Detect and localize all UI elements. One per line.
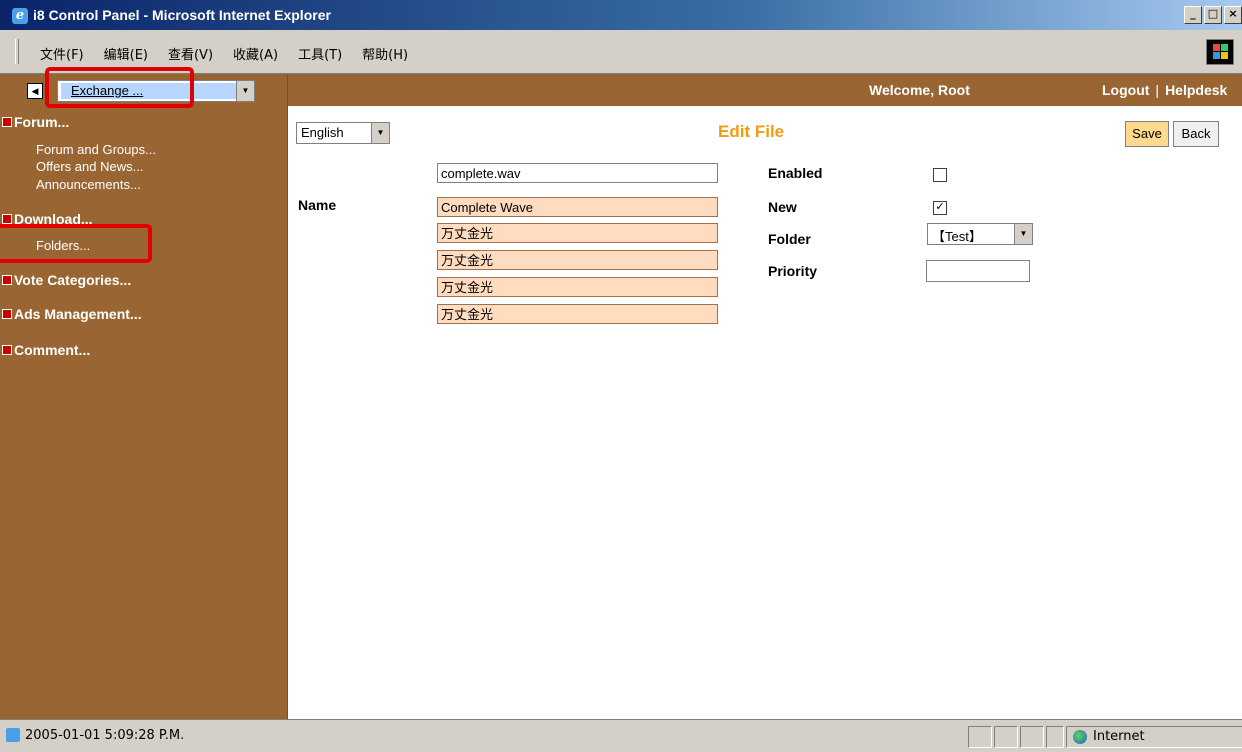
language-select-value: English xyxy=(301,125,344,140)
sidebar-item-forum-and-groups[interactable]: Forum and Groups... xyxy=(36,142,156,157)
status-panel xyxy=(968,726,992,748)
ie-logo-icon: e xyxy=(12,8,28,24)
name-field-english[interactable]: Complete Wave xyxy=(437,197,718,217)
globe-icon xyxy=(1073,730,1087,744)
category-label: Vote Categories... xyxy=(14,272,132,288)
windows-logo-icon xyxy=(1206,39,1234,65)
main-content: English ▼ Edit File Save Back complete.w… xyxy=(288,106,1242,719)
chevron-down-icon[interactable]: ▼ xyxy=(1014,224,1032,244)
name-field-lang5[interactable]: 万丈金光 xyxy=(437,304,718,324)
bullet-square-icon xyxy=(2,309,12,319)
folder-select[interactable]: 【Test】 ▼ xyxy=(927,223,1033,245)
sidebar-category-download[interactable]: Download... xyxy=(0,211,93,227)
folder-select-value: 【Test】 xyxy=(932,229,982,244)
enabled-checkbox[interactable] xyxy=(933,168,947,182)
maximize-button[interactable]: □ xyxy=(1204,6,1222,24)
sidebar-category-vote-categories[interactable]: Vote Categories... xyxy=(0,272,131,288)
bullet-square-icon xyxy=(2,345,12,355)
bullet-square-icon xyxy=(2,275,12,285)
close-button[interactable]: × xyxy=(1224,6,1242,24)
priority-label: Priority xyxy=(768,263,818,279)
app-header: ◀ Exchange ... ▼ Welcome, Root Logout | He… xyxy=(0,74,1242,106)
zone-label: Internet xyxy=(1093,729,1145,744)
category-label: Comment... xyxy=(14,342,91,358)
chevron-down-icon[interactable]: ▼ xyxy=(371,123,389,143)
name-field-lang3[interactable]: 万丈金光 xyxy=(437,250,718,270)
menu-tools[interactable]: 工具(T) xyxy=(298,44,342,63)
status-text: 2005-01-01 5:09:28 P.M. xyxy=(25,728,185,743)
window-titlebar: e i8 Control Panel - Microsoft Internet … xyxy=(0,0,1242,30)
link-separator: | xyxy=(1155,82,1160,98)
menu-help[interactable]: 帮助(H) xyxy=(362,44,408,63)
language-select[interactable]: English ▼ xyxy=(296,122,390,144)
logout-link[interactable]: Logout xyxy=(1102,82,1149,98)
status-bar: 2005-01-01 5:09:28 P.M. Internet xyxy=(0,719,1242,752)
enabled-label: Enabled xyxy=(768,165,823,181)
filename-field[interactable]: complete.wav xyxy=(437,163,718,183)
menu-bar: 文件(F) 编辑(E) 查看(V) 收藏(A) 工具(T) 帮助(H) xyxy=(0,30,1242,74)
status-panel xyxy=(1020,726,1044,748)
bullet-square-icon xyxy=(2,117,12,127)
sidebar-item-folders[interactable]: Folders... xyxy=(36,238,90,253)
window-controls: _ □ × xyxy=(1184,6,1242,24)
sidebar-item-announcements[interactable]: Announcements... xyxy=(36,177,141,192)
menu-edit[interactable]: 编辑(E) xyxy=(104,44,148,63)
new-checkbox[interactable]: ✓ xyxy=(933,201,947,215)
welcome-text: Welcome, Root xyxy=(869,82,970,98)
toolbar-grip xyxy=(15,39,19,64)
collapse-sidebar-icon[interactable]: ◀ xyxy=(27,83,43,99)
helpdesk-link[interactable]: Helpdesk xyxy=(1165,82,1227,98)
category-label: Forum... xyxy=(14,114,70,130)
bullet-square-icon xyxy=(2,214,12,224)
save-button[interactable]: Save xyxy=(1125,121,1169,147)
sidebar-item-offers-and-news[interactable]: Offers and News... xyxy=(36,159,143,174)
menu-view[interactable]: 查看(V) xyxy=(168,44,213,63)
security-zone: Internet xyxy=(1066,726,1242,748)
header-links: Logout | Helpdesk xyxy=(1102,82,1227,98)
name-field-lang2[interactable]: 万丈金光 xyxy=(437,223,718,243)
sidebar: Forum... Forum and Groups... Offers and … xyxy=(0,106,288,719)
category-label: Download... xyxy=(14,211,93,227)
menu-file[interactable]: 文件(F) xyxy=(40,44,84,63)
back-button[interactable]: Back xyxy=(1173,121,1219,147)
window-title: i8 Control Panel - Microsoft Internet Ex… xyxy=(33,7,331,23)
name-label: Name xyxy=(298,197,337,213)
new-label: New xyxy=(768,199,797,215)
page-title: Edit File xyxy=(718,122,785,141)
module-select[interactable]: Exchange ... ▼ xyxy=(57,80,255,102)
minimize-button[interactable]: _ xyxy=(1184,6,1202,24)
menu-favorites[interactable]: 收藏(A) xyxy=(233,44,278,63)
status-panel xyxy=(994,726,1018,748)
page-icon xyxy=(6,728,20,742)
name-field-lang4[interactable]: 万丈金光 xyxy=(437,277,718,297)
category-label: Ads Management... xyxy=(14,306,142,322)
module-select-value: Exchange ... xyxy=(61,83,241,99)
priority-input[interactable] xyxy=(926,260,1030,282)
folder-label: Folder xyxy=(768,231,811,247)
sidebar-category-ads-management[interactable]: Ads Management... xyxy=(0,306,142,322)
sidebar-category-forum[interactable]: Forum... xyxy=(0,114,69,130)
status-panel xyxy=(1046,726,1064,748)
chevron-down-icon[interactable]: ▼ xyxy=(236,81,254,101)
sidebar-category-comment[interactable]: Comment... xyxy=(0,342,90,358)
